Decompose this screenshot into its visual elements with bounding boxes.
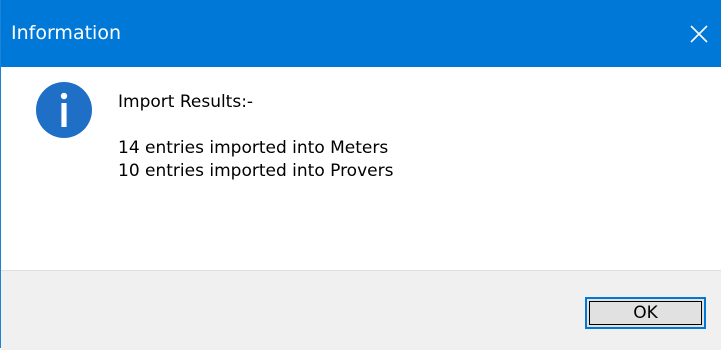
close-icon: [690, 24, 708, 43]
message-spacer: [118, 114, 393, 137]
information-dialog: Information Import Results:- 14 entries …: [0, 0, 721, 350]
button-bar: OK: [1, 270, 721, 350]
message-area: Import Results:- 14 entries imported int…: [1, 67, 721, 270]
message-line-provers: 10 entries imported into Provers: [118, 161, 394, 181]
close-button[interactable]: [676, 0, 721, 67]
title-bar[interactable]: Information: [1, 0, 721, 67]
message-line-meters: 14 entries imported into Meters: [118, 138, 389, 158]
message-heading: Import Results:-: [118, 92, 254, 112]
window-title: Information: [11, 22, 121, 44]
ok-button[interactable]: OK: [585, 297, 706, 329]
info-icon: [36, 82, 92, 138]
message-text: Import Results:- 14 entries imported int…: [118, 91, 393, 183]
